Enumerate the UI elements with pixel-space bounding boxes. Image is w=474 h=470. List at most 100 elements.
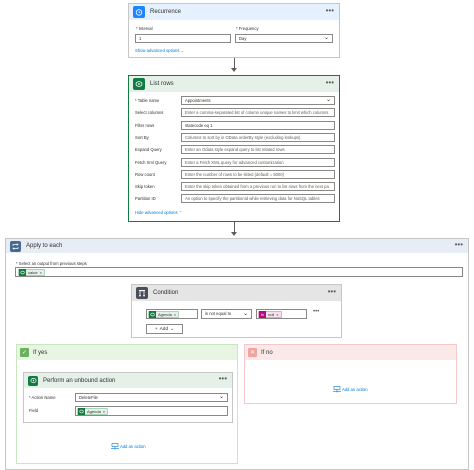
list-rows-field-value: statecode eq 1	[185, 122, 213, 128]
hide-advanced-options-link[interactable]: Hide advanced options ⌃	[135, 210, 182, 215]
interval-input[interactable]: 1	[135, 34, 231, 43]
condition-header[interactable]: Condition	[132, 285, 341, 301]
if-no-branch: ✕ If no Add an action	[244, 344, 457, 404]
list-rows-field-value: Enter a Fetch XML query for advanced cus…	[185, 159, 284, 165]
row-more-icon[interactable]: •••	[313, 309, 319, 315]
agenda-token[interactable]: Agenda ×	[148, 311, 180, 318]
list-rows-more-icon[interactable]: •••	[326, 79, 334, 87]
list-rows-field-input[interactable]: Enter a comma-separated list of column u…	[181, 108, 335, 118]
add-action-label: Add an action	[341, 387, 368, 393]
chevron-down-icon: ⌄	[242, 311, 248, 317]
close-icon: ✕	[248, 348, 257, 357]
chevron-down-icon: ⌄	[325, 97, 331, 103]
show-advanced-options-link[interactable]: Show advanced options ⌄	[135, 48, 184, 53]
list-rows-field-label: Expand Query	[135, 147, 162, 153]
loop-icon	[10, 240, 21, 252]
add-condition-button[interactable]: + Add ⌄	[146, 324, 183, 334]
remove-token-icon[interactable]: ×	[276, 311, 278, 318]
list-rows-field-input[interactable]: Enter the number of rows to be listed (d…	[181, 169, 335, 179]
dataverse-icon	[19, 269, 26, 276]
unbound-action-card: Perform an unbound action ••• * Action N…	[23, 372, 233, 423]
list-rows-field-input[interactable]: Enter an Odata style expand query to lis…	[181, 145, 335, 155]
if-no-header: ✕ If no	[245, 345, 456, 360]
add-label: Add	[159, 326, 169, 332]
list-rows-field-input[interactable]: Enter a Fetch XML query for advanced cus…	[181, 157, 335, 167]
chevron-up-icon: ⌃	[178, 210, 183, 215]
apply-to-each-header[interactable]: Apply to each	[6, 239, 468, 253]
select-output-input[interactable]: value ×	[15, 267, 463, 277]
remove-token-icon[interactable]: ×	[174, 311, 176, 318]
frequency-dropdown[interactable]: Day ⌄	[235, 34, 333, 43]
value-token-label: value	[28, 270, 38, 275]
action-name-label: * Action Name	[29, 395, 56, 400]
recurrence-more-icon[interactable]: •••	[326, 7, 334, 15]
condition-title: Condition	[153, 290, 179, 296]
list-rows-field-value: Enter an Odata style expand query to lis…	[185, 147, 285, 153]
condition-operator-dropdown[interactable]: is not equal to ⌄	[201, 309, 252, 319]
list-rows-title: List rows	[150, 81, 174, 87]
unbound-action-more-icon[interactable]: •••	[219, 375, 227, 383]
remove-token-icon[interactable]: ×	[103, 408, 105, 415]
list-rows-card: List rows ••• Hide advanced options ⌃ * …	[128, 75, 340, 222]
if-no-title: If no	[261, 349, 273, 356]
list-rows-field-input[interactable]: An option to specify the partitionId whi…	[181, 194, 335, 204]
null-token[interactable]: fx null ×	[258, 311, 282, 318]
list-rows-field-input[interactable]: Appointments ⌄	[181, 96, 335, 105]
agenda-token[interactable]: Agenda ×	[77, 408, 109, 415]
if-yes-title: If yes	[33, 349, 48, 356]
select-output-label: * Select an output from previous steps	[16, 261, 87, 266]
connector-arrow-icon	[231, 68, 237, 72]
list-rows-field-label: Filter rows	[135, 122, 155, 128]
dataverse-icon	[78, 408, 85, 415]
alarm-clock-icon	[133, 6, 145, 18]
chevron-down-icon: ⌄	[170, 326, 175, 332]
chevron-down-icon: ⌄	[180, 48, 185, 53]
condition-more-icon[interactable]: •••	[328, 288, 336, 296]
agenda-token-label: Agenda	[158, 312, 172, 317]
apply-to-each-more-icon[interactable]: •••	[455, 241, 463, 249]
if-yes-branch: ✓ If yes Perform an unbound action ••• *…	[16, 344, 238, 464]
list-rows-field-label: Row count	[135, 171, 155, 177]
list-rows-field-input[interactable]: Enter the skip token obtained from a pre…	[181, 182, 335, 192]
recurrence-card: Recurrence ••• * Interval 1 * Frequency …	[128, 3, 340, 58]
dataverse-icon	[133, 78, 145, 90]
list-rows-field-value: Appointments	[185, 98, 211, 103]
action-name-dropdown[interactable]: DeleteFile ⌄	[75, 393, 228, 402]
field-label: Field	[29, 408, 39, 413]
expression-icon: fx	[259, 311, 266, 318]
chevron-down-icon: ⌄	[323, 35, 329, 41]
if-yes-header: ✓ If yes	[17, 345, 237, 360]
recurrence-header[interactable]: Recurrence	[129, 4, 339, 20]
dataverse-icon	[149, 311, 156, 318]
add-action-icon	[111, 443, 119, 451]
value-token[interactable]: value ×	[18, 269, 45, 276]
list-rows-field-label: Sort By	[135, 134, 149, 140]
remove-token-icon[interactable]: ×	[40, 269, 42, 276]
action-name-value: DeleteFile	[79, 395, 98, 400]
list-rows-field-value: Enter a comma-separated list of column u…	[185, 110, 329, 116]
chevron-down-icon: ⌄	[218, 394, 224, 400]
add-action-button[interactable]: Add an action	[111, 443, 146, 451]
add-action-button[interactable]: Add an action	[333, 386, 368, 394]
frequency-label: * Frequency	[236, 26, 259, 31]
connector-arrow-icon	[231, 232, 237, 236]
list-rows-field-input[interactable]: Columns to sort by in OData orderBy styl…	[181, 132, 335, 142]
apply-to-each-title: Apply to each	[26, 243, 63, 249]
condition-right-operand[interactable]: fx null ×	[256, 309, 307, 319]
recurrence-title: Recurrence	[150, 9, 182, 15]
operator-value: is not equal to	[205, 311, 232, 316]
list-rows-field-label: Select columns	[135, 110, 164, 116]
list-rows-field-label: Partition ID	[135, 196, 156, 202]
interval-label: * Interval	[136, 26, 153, 31]
null-token-label: null	[268, 312, 275, 317]
condition-left-operand[interactable]: Agenda ×	[146, 309, 198, 319]
list-rows-field-value: Enter the skip token obtained from a pre…	[185, 184, 329, 190]
list-rows-field-value: Columns to sort by in OData orderBy styl…	[185, 134, 301, 140]
frequency-value: Day	[239, 36, 247, 41]
add-action-label: Add an action	[119, 444, 146, 450]
field-input[interactable]: Agenda ×	[75, 406, 228, 416]
list-rows-field-input[interactable]: statecode eq 1	[181, 120, 335, 130]
list-rows-header[interactable]: List rows	[129, 76, 339, 92]
unbound-action-header[interactable]: Perform an unbound action	[24, 373, 232, 388]
list-rows-field-value: An option to specify the partitionId whi…	[185, 196, 320, 202]
